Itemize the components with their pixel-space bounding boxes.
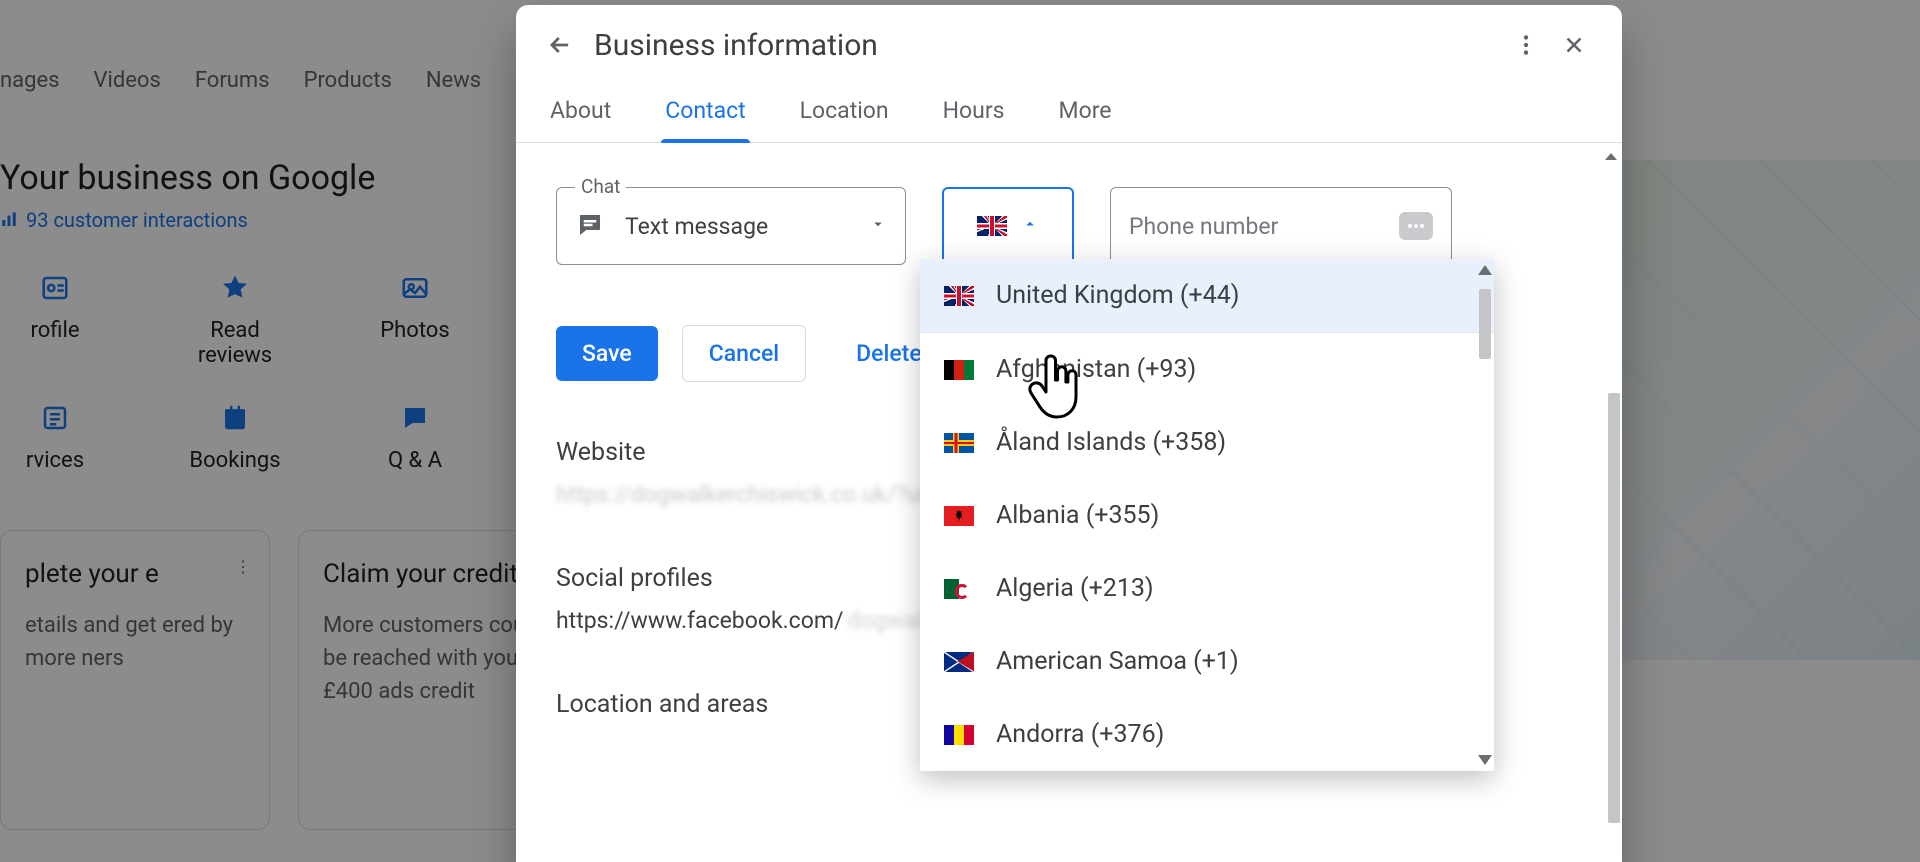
flag-icon	[944, 506, 974, 526]
chevron-up-icon	[1021, 215, 1039, 237]
modal-title: Business information	[594, 28, 1498, 63]
chat-method-select[interactable]: Chat Text message	[556, 187, 906, 265]
uk-flag-icon	[977, 216, 1007, 236]
chat-label: Chat	[575, 175, 626, 198]
close-button[interactable]	[1554, 25, 1594, 65]
country-label: Åland Islands (+358)	[996, 428, 1226, 457]
modal-header: Business information	[516, 5, 1622, 81]
phone-extension-button[interactable]	[1399, 212, 1433, 240]
country-option[interactable]: Algeria (+213)	[920, 552, 1494, 625]
phone-row: Chat Text message Phone nu	[556, 187, 1582, 265]
flag-icon	[944, 725, 974, 745]
arrow-left-icon	[546, 31, 574, 59]
country-option[interactable]: Andorra (+376)	[920, 698, 1494, 771]
tab-contact[interactable]: Contact	[661, 81, 749, 142]
country-option[interactable]: American Samoa (+1)	[920, 625, 1494, 698]
back-button[interactable]	[540, 25, 580, 65]
flag-icon	[944, 360, 974, 380]
flag-icon	[944, 433, 974, 453]
flag-icon	[944, 652, 974, 672]
country-label: Andorra (+376)	[996, 720, 1164, 749]
modal-body: Chat Text message Phone nu	[516, 143, 1622, 862]
country-label: Afghanistan (+93)	[996, 355, 1196, 384]
country-list: United Kingdom (+44) Afghanistan (+93) Åla…	[920, 259, 1494, 771]
phone-placeholder: Phone number	[1129, 213, 1385, 240]
modal-scroll-area: Chat Text message Phone nu	[516, 143, 1622, 862]
country-dropdown: United Kingdom (+44) Afghanistan (+93) Åla…	[920, 259, 1494, 771]
flag-icon	[944, 579, 974, 599]
tab-hours[interactable]: Hours	[939, 81, 1009, 142]
save-button[interactable]: Save	[556, 326, 658, 381]
country-label: Albania (+355)	[996, 501, 1159, 530]
country-option[interactable]: United Kingdom (+44)	[920, 259, 1494, 332]
tab-about[interactable]: About	[546, 81, 615, 142]
dots-icon	[1406, 222, 1426, 230]
tab-more[interactable]: More	[1055, 81, 1116, 142]
more-vert-icon	[1513, 32, 1539, 58]
dropdown-scrollbar[interactable]	[1478, 265, 1492, 765]
chat-icon	[575, 210, 607, 242]
chat-value: Text message	[625, 213, 851, 240]
country-option[interactable]: Afghanistan (+93)	[920, 333, 1494, 406]
country-option[interactable]: Albania (+355)	[920, 479, 1494, 552]
country-label: United Kingdom (+44)	[996, 281, 1239, 310]
phone-number-input[interactable]: Phone number	[1110, 187, 1452, 265]
country-label: Algeria (+213)	[996, 574, 1154, 603]
country-label: American Samoa (+1)	[996, 647, 1239, 676]
business-info-modal: Business information About Contact Locat…	[516, 5, 1622, 862]
country-option[interactable]: Åland Islands (+358)	[920, 406, 1494, 479]
country-code-select[interactable]	[942, 187, 1074, 265]
chevron-down-icon	[869, 215, 887, 237]
more-options-button[interactable]	[1506, 25, 1546, 65]
social-link-prefix: https://www.facebook.com/	[556, 607, 844, 634]
cancel-button[interactable]: Cancel	[682, 325, 806, 382]
tab-location[interactable]: Location	[796, 81, 893, 142]
modal-tabs: About Contact Location Hours More	[516, 81, 1622, 143]
close-icon	[1561, 32, 1587, 58]
flag-icon	[944, 286, 974, 306]
